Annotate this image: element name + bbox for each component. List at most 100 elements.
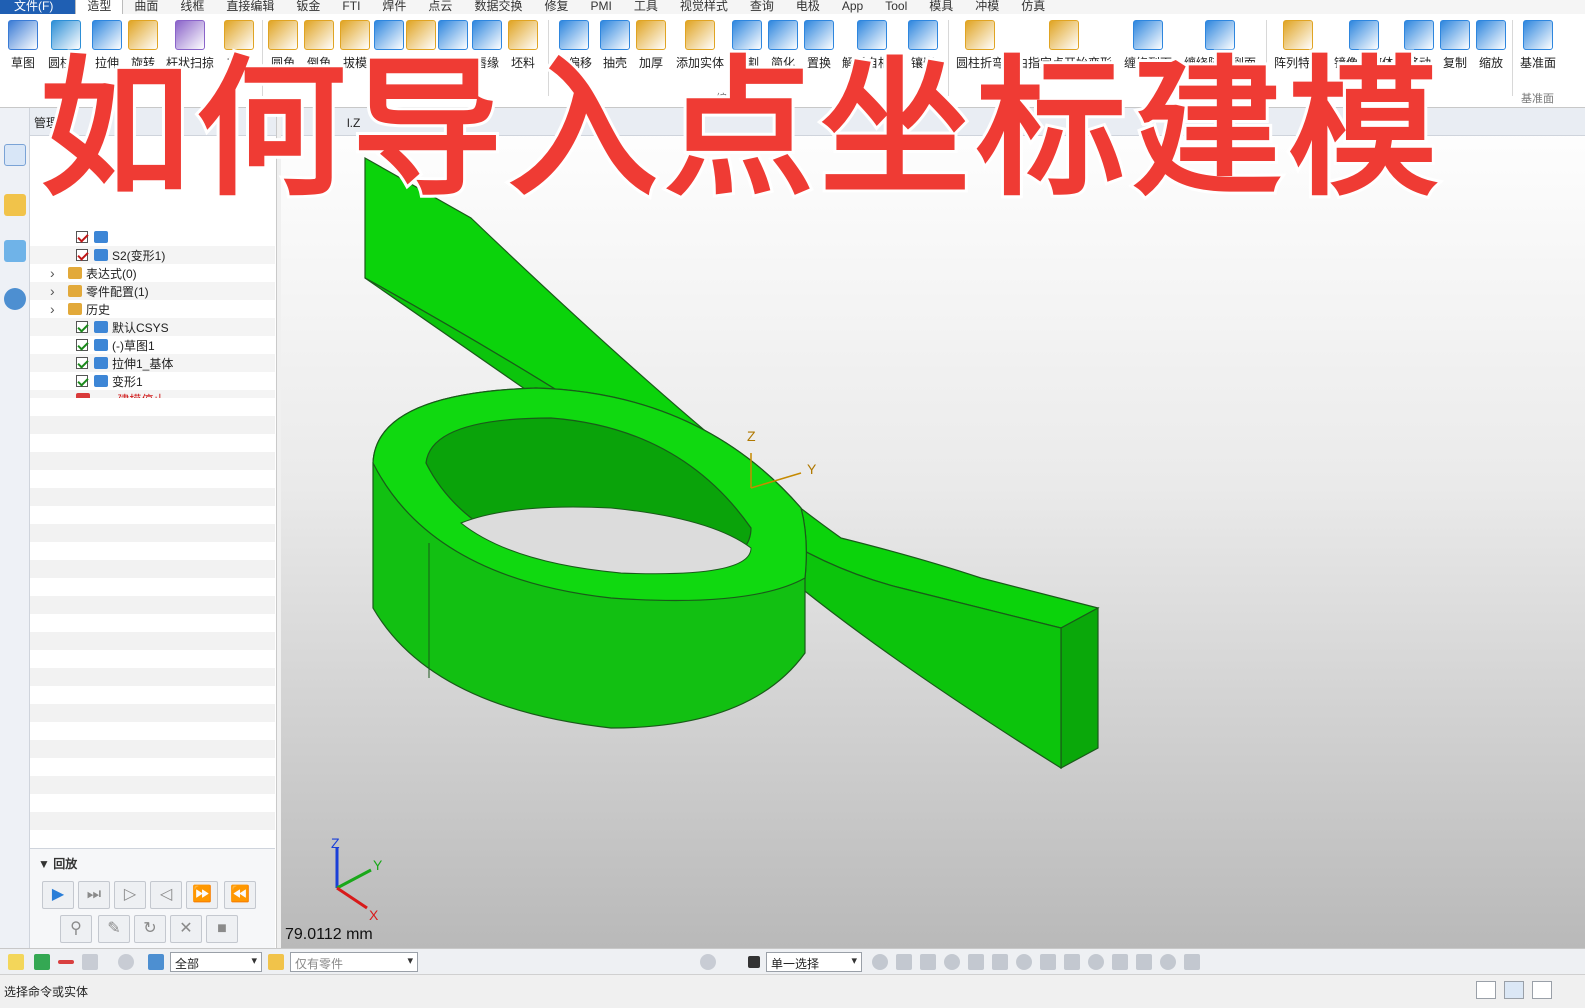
model-canvas[interactable]: Z Y Z Y X bbox=[281, 108, 1585, 948]
menu-tab-2[interactable]: 线框 bbox=[169, 0, 215, 14]
tree-checkbox[interactable] bbox=[76, 321, 88, 333]
tree-row-label: (-)草图1 bbox=[112, 338, 155, 353]
rewind-button[interactable]: ⏪ bbox=[224, 881, 256, 909]
tree-row[interactable]: › 历史 bbox=[30, 300, 275, 318]
replay-title[interactable]: ▼ 回放 bbox=[30, 849, 275, 878]
menu-tab-10[interactable]: PMI bbox=[579, 0, 622, 14]
ribbon-button-32[interactable]: 基准面 bbox=[1520, 20, 1556, 71]
menu-tab-1[interactable]: 曲面 bbox=[123, 0, 169, 14]
scale-readout: 79.0112 mm bbox=[285, 926, 373, 943]
step-back-button[interactable]: ◁ bbox=[150, 881, 182, 909]
menu-tab-13[interactable]: 查询 bbox=[739, 0, 785, 14]
menu-tab-18[interactable]: 冲模 bbox=[964, 0, 1010, 14]
menu-tab-5[interactable]: FTI bbox=[331, 0, 371, 14]
snap-tool-icon[interactable] bbox=[896, 954, 912, 970]
list-icon[interactable] bbox=[1532, 981, 1552, 999]
snap-tool-icon[interactable] bbox=[1112, 954, 1128, 970]
snap-tool-icon[interactable] bbox=[872, 954, 888, 970]
step-forward-button[interactable]: ▷ bbox=[114, 881, 146, 909]
snap-tool-icon[interactable] bbox=[920, 954, 936, 970]
step-next-button[interactable]: ⏭ bbox=[78, 881, 110, 909]
tree-row[interactable]: 拉伸1_基体 bbox=[30, 354, 275, 372]
menu-tab-12[interactable]: 视觉样式 bbox=[669, 0, 739, 14]
tree-row[interactable] bbox=[30, 228, 275, 246]
remove-icon[interactable] bbox=[58, 960, 74, 964]
sketch-icon bbox=[94, 231, 108, 243]
menu-tab-0[interactable]: 造型 bbox=[75, 0, 124, 14]
snap-tool-icon[interactable] bbox=[992, 954, 1008, 970]
regenerate-button[interactable]: ↻ bbox=[134, 915, 166, 943]
ribbon-button-30[interactable]: 复制 bbox=[1440, 20, 1470, 71]
tree-checkbox[interactable] bbox=[76, 249, 88, 261]
tree-row[interactable]: › 零件配置(1) bbox=[30, 282, 275, 300]
stop-square-icon[interactable] bbox=[748, 956, 760, 968]
filter-icon[interactable] bbox=[148, 954, 164, 970]
snap-tool-icon[interactable] bbox=[1016, 954, 1032, 970]
filter-dropdown[interactable]: 全部 bbox=[170, 952, 262, 972]
menu-tab-14[interactable]: 电极 bbox=[785, 0, 831, 14]
ribbon-button-31[interactable]: 缩放 bbox=[1476, 20, 1506, 71]
lasso-icon[interactable] bbox=[118, 954, 134, 970]
pick-arrow-icon[interactable] bbox=[8, 954, 24, 970]
snap-tool-icon[interactable] bbox=[1064, 954, 1080, 970]
snap-tool-icon[interactable] bbox=[944, 954, 960, 970]
menu-tab-7[interactable]: 点云 bbox=[417, 0, 463, 14]
status-text: 选择命令或实体 bbox=[4, 985, 89, 999]
3d-viewport[interactable]: l.Z Z Y Z Y X 79.0112 mm bbox=[281, 108, 1585, 948]
snap-tool-icon[interactable] bbox=[1160, 954, 1176, 970]
select-mode-dropdown[interactable]: 单一选择 bbox=[766, 952, 862, 972]
display-icon[interactable] bbox=[1504, 981, 1524, 999]
history-manager-icon[interactable] bbox=[4, 144, 26, 166]
delete-button[interactable]: ✕ bbox=[170, 915, 202, 943]
menu-tab-15[interactable]: App bbox=[831, 0, 874, 14]
play-button[interactable]: ▶ bbox=[42, 881, 74, 909]
layout-icon[interactable] bbox=[1476, 981, 1496, 999]
ribbon-button-0[interactable]: 草图 bbox=[8, 20, 38, 71]
view-manager-icon[interactable] bbox=[4, 240, 26, 262]
box-select-icon[interactable] bbox=[82, 954, 98, 970]
replay-panel: ▼ 回放 ▶ ⏭ ▷ ◁ ⏩ ⏪ ⚲ ✎ ↻ ✕ ■ bbox=[30, 848, 275, 948]
tree-row[interactable]: 变形1 bbox=[30, 372, 275, 390]
expand-chevron-icon[interactable]: › bbox=[50, 301, 62, 317]
expand-chevron-icon[interactable]: › bbox=[50, 283, 62, 299]
snap-tool-icon[interactable] bbox=[1040, 954, 1056, 970]
suppress-button[interactable]: ■ bbox=[206, 915, 238, 943]
part-filter-icon[interactable] bbox=[268, 954, 284, 970]
menu-tab-16[interactable]: Tool bbox=[874, 0, 918, 14]
part-filter-dropdown[interactable]: 仅有零件 bbox=[290, 952, 418, 972]
snap-tool-icon[interactable] bbox=[1136, 954, 1152, 970]
add-icon[interactable] bbox=[34, 954, 50, 970]
link-button[interactable]: ⚲ bbox=[60, 915, 92, 943]
file-menu[interactable]: 文件(F) bbox=[0, 0, 76, 14]
menu-tab-8[interactable]: 数据交换 bbox=[463, 0, 533, 14]
menu-tab-9[interactable]: 修复 bbox=[533, 0, 579, 14]
tree-row[interactable]: (-)草图1 bbox=[30, 336, 275, 354]
ribbon-button-label: 草图 bbox=[10, 56, 35, 70]
tree-row[interactable]: S2(变形1) bbox=[30, 246, 275, 264]
triad-y-axis bbox=[336, 868, 372, 890]
tree-checkbox[interactable] bbox=[76, 357, 88, 369]
tree-checkbox[interactable] bbox=[76, 375, 88, 387]
menu-tab-4[interactable]: 钣金 bbox=[285, 0, 331, 14]
menu-tab-6[interactable]: 焊件 bbox=[371, 0, 417, 14]
user-icon[interactable] bbox=[4, 288, 26, 310]
overlay-title: 如何导入点坐标建模 bbox=[37, 43, 1445, 217]
snap-tool-icon[interactable] bbox=[968, 954, 984, 970]
tree-checkbox[interactable] bbox=[76, 231, 88, 243]
snap-icon[interactable] bbox=[700, 954, 716, 970]
edit-button[interactable]: ✎ bbox=[98, 915, 130, 943]
menu-bar: 文件(F) 造型 曲面 线框 直接编辑 钣金 FTI 焊件 点云 数据交换 修复 PMI 工具 视觉样式… bbox=[0, 0, 1585, 14]
fast-forward-button[interactable]: ⏩ bbox=[186, 881, 218, 909]
menu-tab-17[interactable]: 模具 bbox=[918, 0, 964, 14]
tree-checkbox[interactable] bbox=[76, 339, 88, 351]
menu-tab-11[interactable]: 工具 bbox=[623, 0, 669, 14]
snap-tool-icon[interactable] bbox=[1184, 954, 1200, 970]
expand-chevron-icon[interactable]: › bbox=[50, 265, 62, 281]
snap-tool-icon[interactable] bbox=[1088, 954, 1104, 970]
part-icon[interactable] bbox=[4, 194, 26, 216]
triad-z-label: Z bbox=[331, 835, 340, 851]
tree-row[interactable]: › 表达式(0) bbox=[30, 264, 275, 282]
tree-row[interactable]: 默认CSYS bbox=[30, 318, 275, 336]
menu-tab-3[interactable]: 直接编辑 bbox=[215, 0, 285, 14]
menu-tab-19[interactable]: 仿真 bbox=[1010, 0, 1056, 14]
